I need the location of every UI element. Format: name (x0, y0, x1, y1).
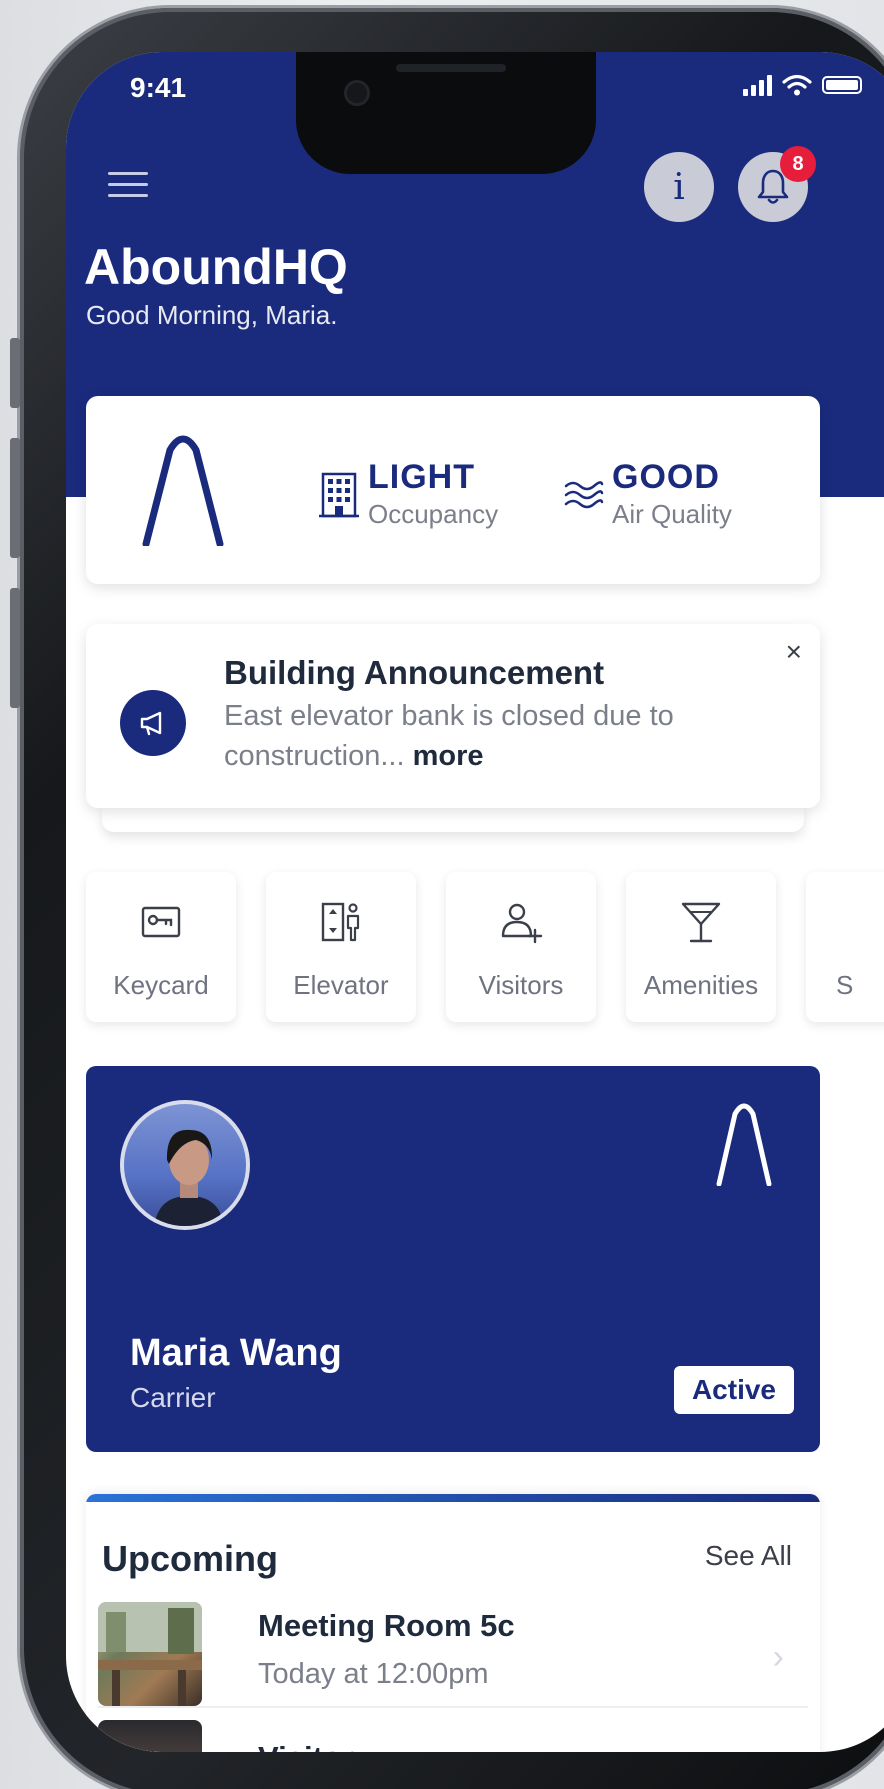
quick-action-label: Visitors (478, 970, 564, 1000)
abound-logo-icon (716, 1103, 772, 1186)
avatar (120, 1100, 250, 1230)
keycard-icon (141, 906, 181, 938)
upcoming-item-name: Visitor (258, 1740, 354, 1752)
abound-logo-icon (142, 435, 224, 546)
upcoming-section: Upcoming See All Meeting Room 5c Today a… (86, 1494, 820, 1752)
status-badge: Active (673, 1366, 794, 1414)
add-visitor-icon (501, 903, 543, 944)
volume-down-button (10, 588, 20, 708)
notch (296, 52, 596, 174)
announcement-body: East elevator bank is closed due to cons… (224, 696, 744, 776)
app-title: AboundHQ (84, 239, 348, 295)
battery-icon (822, 76, 862, 94)
announcement-more-link[interactable]: more (413, 740, 484, 772)
status-time: 9:41 (130, 72, 187, 103)
hamburger-menu-icon[interactable] (108, 172, 148, 202)
visitor-thumbnail (98, 1720, 202, 1752)
air-quality-value: GOOD (612, 458, 720, 496)
speaker (396, 64, 506, 72)
air-waves-icon (564, 481, 604, 509)
front-camera (344, 80, 370, 106)
air-quality-metric: GOOD Air Quality (562, 458, 732, 530)
quick-action-amenities[interactable]: Amenities (626, 872, 776, 1022)
greeting-text: Good Morning, Maria. (86, 300, 338, 330)
quick-action-label: Keycard (113, 970, 209, 1000)
megaphone-icon (120, 690, 186, 756)
upcoming-item-name: Meeting Room 5c (258, 1608, 515, 1643)
elevator-icon (321, 902, 360, 942)
occupancy-value: LIGHT (368, 458, 475, 496)
quick-action-visitors[interactable]: Visitors (446, 872, 596, 1022)
phone-screen: 9:41 i 8 AboundHQ Good Morning, Maria. L… (66, 52, 884, 1752)
notification-count-badge: 8 (780, 146, 816, 182)
chevron-right-icon: › (772, 1638, 784, 1676)
occupancy-metric: LIGHT Occupancy (318, 458, 498, 530)
info-button[interactable]: i (644, 152, 714, 222)
volume-up-button (10, 438, 20, 558)
cocktail-icon (681, 902, 721, 943)
cellular-signal-icon (743, 74, 772, 96)
quick-action-keycard[interactable]: Keycard (86, 872, 236, 1022)
quick-action-label: S (836, 970, 854, 1000)
upcoming-title: Upcoming (102, 1538, 278, 1579)
profile-name: Maria Wang (130, 1332, 342, 1374)
announcement-stack-shadow (102, 804, 804, 832)
quick-action-label: Amenities (643, 970, 759, 1000)
announcement-title: Building Announcement (224, 654, 605, 691)
status-icons (743, 74, 862, 96)
building-status-card: LIGHT Occupancy GOOD Air Quality (86, 396, 820, 584)
profile-company: Carrier (130, 1382, 216, 1413)
announcement-card[interactable]: Building Announcement East elevator bank… (86, 624, 820, 808)
quick-action-label: Elevator (293, 970, 389, 1000)
upcoming-item[interactable]: Meeting Room 5c Today at 12:00pm › (98, 1598, 808, 1708)
mute-switch (10, 338, 20, 408)
close-icon[interactable]: × (786, 636, 802, 668)
occupancy-label: Occupancy (368, 499, 499, 529)
meeting-room-thumbnail (98, 1602, 202, 1706)
quick-action-elevator[interactable]: Elevator (266, 872, 416, 1022)
upcoming-item-time: Today at 12:00pm (258, 1658, 489, 1690)
building-icon (319, 472, 359, 518)
quick-action-partial[interactable]: S (806, 872, 884, 1022)
air-quality-label: Air Quality (612, 499, 732, 529)
notifications-button[interactable]: 8 (738, 146, 816, 222)
profile-id-card[interactable]: Maria Wang Carrier Active (86, 1066, 820, 1452)
wifi-icon (782, 74, 812, 96)
upcoming-accent-bar (86, 1494, 820, 1502)
see-all-link[interactable]: See All (705, 1540, 792, 1572)
info-icon: i (673, 166, 685, 208)
